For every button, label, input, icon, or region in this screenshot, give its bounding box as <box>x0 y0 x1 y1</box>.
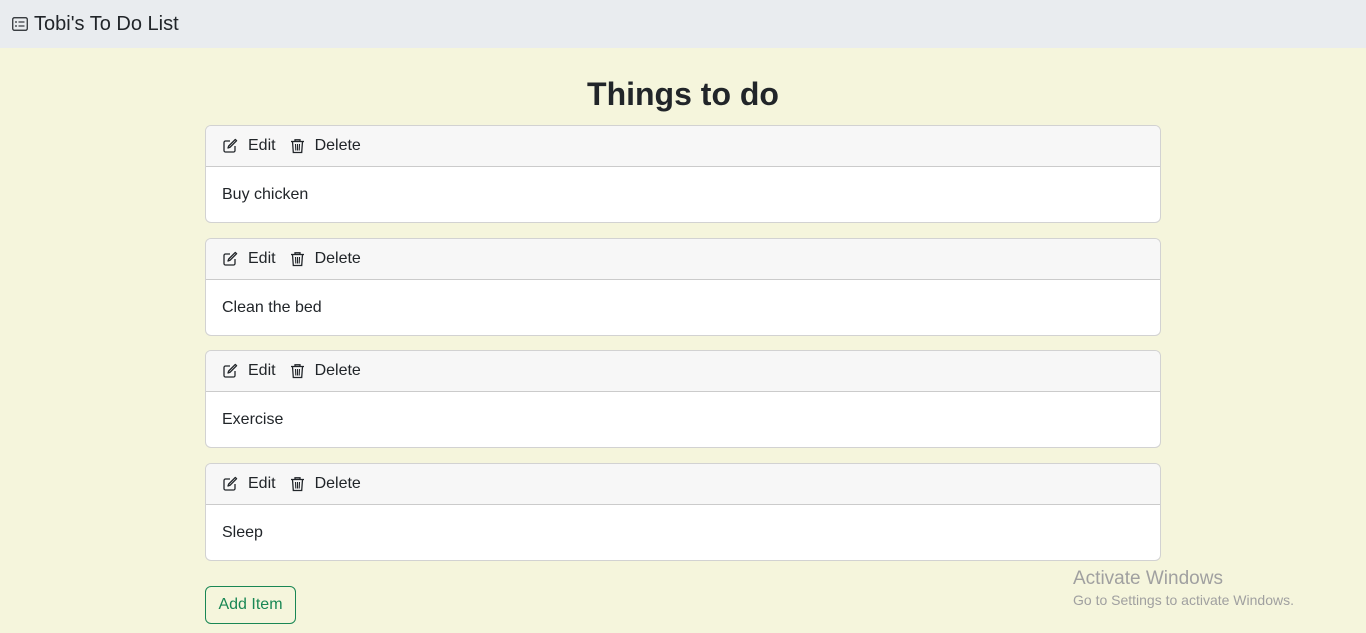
todo-card-header: Edit Delete <box>206 464 1160 505</box>
navbar: Tobi's To Do List <box>0 0 1366 48</box>
edit-label: Edit <box>248 362 276 379</box>
trash-icon <box>290 138 310 154</box>
delete-label: Delete <box>314 362 361 379</box>
add-item-button[interactable]: Add Item <box>205 586 296 624</box>
todo-card: Edit Delete Buy chicken <box>205 125 1161 223</box>
todo-item-text: Clean the bed <box>222 299 322 316</box>
pencil-square-icon <box>222 363 243 379</box>
todo-item-text: Exercise <box>222 411 284 428</box>
delete-label: Delete <box>314 250 361 267</box>
todo-card-header: Edit Delete <box>206 126 1160 167</box>
card-list-icon <box>12 17 28 31</box>
delete-button[interactable]: Delete <box>290 250 361 268</box>
watermark-subtitle: Go to Settings to activate Windows. <box>1073 592 1294 608</box>
edit-button[interactable]: Edit <box>222 137 276 155</box>
edit-label: Edit <box>248 137 276 154</box>
todo-item-text: Buy chicken <box>222 186 309 203</box>
pencil-square-icon <box>222 251 243 267</box>
todo-card-header: Edit Delete <box>206 351 1160 392</box>
todo-card: Edit Delete Exercise <box>205 350 1161 448</box>
edit-label: Edit <box>248 250 276 267</box>
trash-icon <box>290 251 310 267</box>
brand-label: Tobi's To Do List <box>34 12 179 35</box>
delete-button[interactable]: Delete <box>290 362 361 380</box>
pencil-square-icon <box>222 138 243 154</box>
todo-card-header: Edit Delete <box>206 239 1160 280</box>
todo-card: Edit Delete Sleep <box>205 463 1161 561</box>
watermark-title: Activate Windows <box>1073 568 1223 589</box>
delete-label: Delete <box>314 137 361 154</box>
delete-button[interactable]: Delete <box>290 137 361 155</box>
pencil-square-icon <box>222 476 243 492</box>
navbar-brand[interactable]: Tobi's To Do List <box>12 13 179 36</box>
edit-button[interactable]: Edit <box>222 475 276 493</box>
page-title: Things to do <box>587 76 779 112</box>
edit-button[interactable]: Edit <box>222 250 276 268</box>
windows-activation-watermark: Activate Windows Go to Settings to activ… <box>1073 568 1294 610</box>
trash-icon <box>290 476 310 492</box>
delete-button[interactable]: Delete <box>290 475 361 493</box>
edit-label: Edit <box>248 475 276 492</box>
trash-icon <box>290 363 310 379</box>
todo-item-text: Sleep <box>222 524 263 541</box>
edit-button[interactable]: Edit <box>222 362 276 380</box>
todo-card: Edit Delete Clean the bed <box>205 238 1161 336</box>
delete-label: Delete <box>314 475 361 492</box>
